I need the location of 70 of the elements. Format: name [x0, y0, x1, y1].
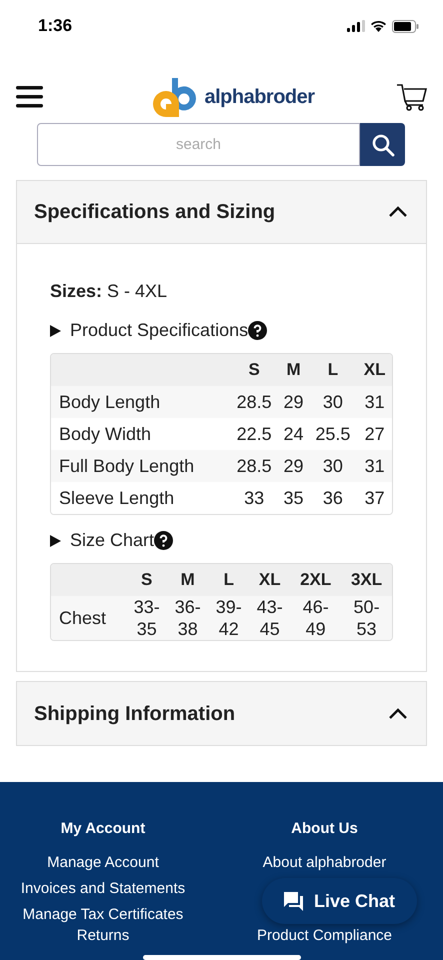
row-label: Chest: [58, 607, 108, 630]
column-header: XL: [357, 354, 392, 386]
column-header: M: [278, 354, 309, 386]
table-cell-text: 31: [364, 455, 386, 478]
column-header: S: [126, 564, 168, 596]
footer-link[interactable]: Manage Tax Certificates: [22, 906, 184, 922]
table-cell-text: 25.5: [314, 423, 352, 446]
status-time: 1:36: [38, 15, 72, 38]
table-cell-text: 31: [364, 391, 386, 414]
table-cell-text: 28.5: [236, 391, 273, 414]
table-cell-text: 22.5: [236, 423, 273, 446]
section-header[interactable]: Specifications and Sizing: [17, 181, 426, 244]
column-header: L: [308, 354, 358, 386]
column-header: L: [208, 564, 250, 596]
section-title: Specifications and Sizing: [34, 200, 276, 225]
footer-link[interactable]: About alphabroder: [262, 854, 386, 870]
search-field[interactable]: search: [37, 123, 360, 166]
footer-heading: My Account: [60, 819, 146, 839]
chat-icon: [284, 892, 304, 910]
footer-link[interactable]: Invoices and Statements: [20, 880, 186, 896]
sizes-text: Sizes: S - 4XL: [50, 280, 168, 303]
table-cell-text: 46- 49: [302, 596, 330, 640]
expand-triangle-icon[interactable]: [50, 324, 61, 336]
cart-icon[interactable]: [396, 83, 428, 111]
search-button[interactable]: [360, 123, 405, 166]
battery-icon: [392, 20, 419, 32]
chevron-up-icon: [388, 206, 408, 218]
footer-heading: About Us: [291, 819, 358, 839]
table-cell-text: 36- 38: [174, 596, 202, 640]
help-icon[interactable]: [248, 321, 268, 340]
row-label: Body Length: [58, 391, 162, 414]
table-cell-text: 29: [282, 391, 305, 414]
table-cell-text: 43- 45: [256, 596, 284, 640]
table-cell-text: 35: [282, 487, 305, 510]
footer-link[interactable]: Product Compliance: [256, 928, 392, 944]
footer-link[interactable]: Returns: [76, 928, 130, 944]
live-chat-button[interactable]: Live Chat: [262, 878, 417, 924]
signal-icon: [347, 20, 365, 32]
table-cell-text: 24: [282, 423, 305, 446]
row-label: Body Width: [58, 423, 152, 446]
column-header: 3XL: [341, 564, 392, 596]
table-cell-text: 28.5: [236, 455, 273, 478]
column-header: XL: [249, 564, 290, 596]
column-header: 2XL: [290, 564, 342, 596]
footer-link[interactable]: Manage Account: [47, 854, 159, 870]
search-icon: [370, 132, 394, 156]
column-header: S: [230, 354, 279, 386]
row-label: Sleeve Length: [58, 487, 176, 510]
table-cell-text: 39- 42: [214, 596, 243, 640]
section-title: Shipping Information: [34, 702, 236, 726]
wifi-icon: [370, 20, 387, 32]
table-cell-text: 30: [322, 391, 344, 414]
expand-triangle-icon[interactable]: [50, 534, 61, 546]
logo-text: alphabroder: [204, 85, 315, 110]
table-toggle-label[interactable]: Size Chart: [70, 527, 154, 554]
table-cell-text: 37: [364, 487, 386, 510]
help-icon[interactable]: [154, 531, 174, 550]
table-cell-text: 27: [364, 423, 386, 446]
chevron-up-icon: [388, 708, 408, 720]
table-cell-text: 33: [243, 487, 266, 510]
table-cell-text: 50- 53: [352, 596, 381, 640]
row-label: Full Body Length: [58, 455, 196, 478]
table-cell-text: 29: [282, 455, 305, 478]
table-toggle-label[interactable]: Product Specifications: [70, 317, 248, 344]
column-header: M: [167, 564, 208, 596]
menu-icon[interactable]: [16, 86, 43, 108]
table-cell-text: 30: [322, 455, 344, 478]
section-header[interactable]: Shipping Information: [17, 682, 426, 745]
table-cell-text: 33- 35: [132, 596, 161, 640]
table-cell-text: 36: [322, 487, 344, 510]
